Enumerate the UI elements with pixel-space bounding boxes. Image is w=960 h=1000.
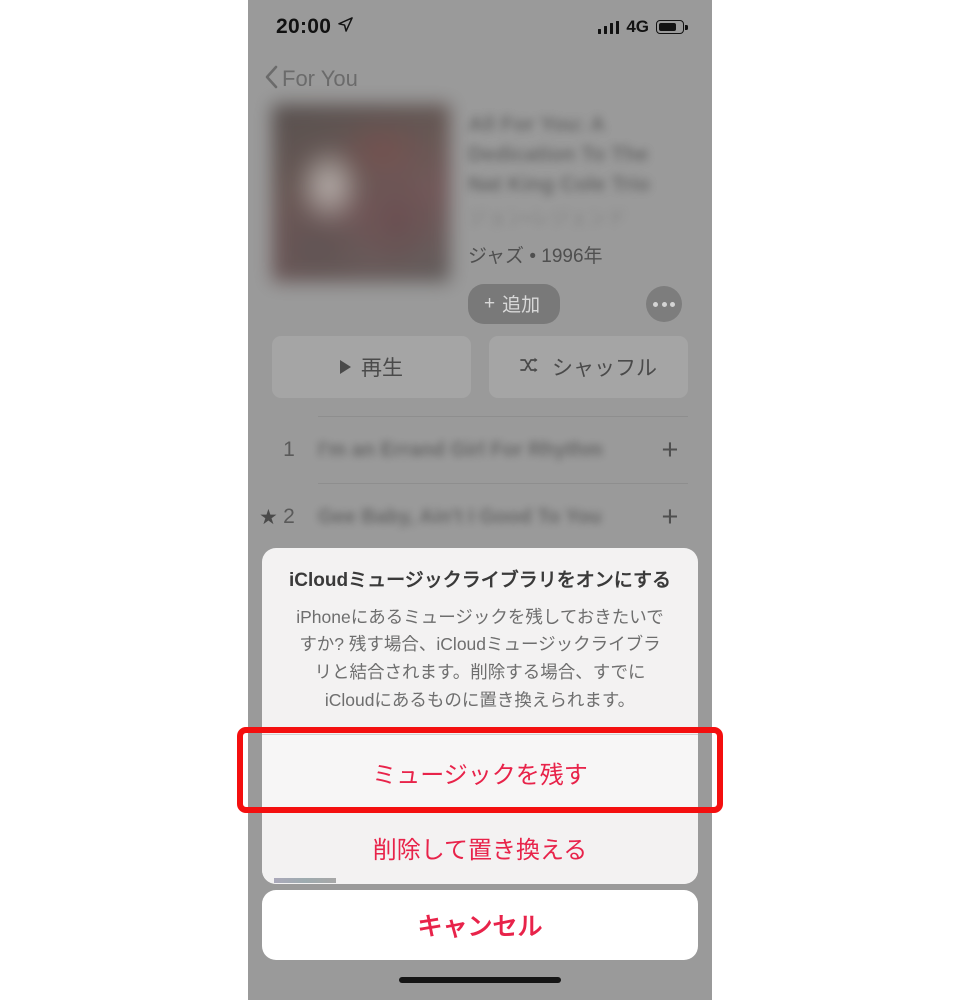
star-icon: ★ <box>259 505 278 529</box>
track-title: Gee Baby, Ain't I Good To You <box>318 505 602 528</box>
album-metadata: All For You: A Dedication To The Nat Kin… <box>468 104 688 325</box>
plus-icon[interactable]: + <box>652 435 688 465</box>
status-time: 20:00 <box>276 15 332 38</box>
back-button-label[interactable]: For You <box>282 66 358 92</box>
decorative-sliver <box>274 878 336 883</box>
nav-bar: For You <box>248 58 712 100</box>
action-sheet: iCloudミュージックライブラリをオンにする iPhoneにあるミュージックを… <box>262 548 698 885</box>
add-album-button[interactable]: + 追加 <box>468 284 561 325</box>
track-number: 1 <box>283 438 295 461</box>
home-indicator <box>399 977 561 983</box>
album-title: All For You: A Dedication To The Nat Kin… <box>468 113 651 196</box>
cellular-signal-icon <box>597 20 620 34</box>
phone-screen: 20:00 4G For You All For You: A Dedicati… <box>248 0 712 1000</box>
ellipsis-icon <box>653 301 658 307</box>
album-genre-year: ジャズ • 1996年 <box>468 246 603 268</box>
track-title: I'm an Errand Girl For Rhythm <box>318 438 603 461</box>
shuffle-icon <box>520 355 542 379</box>
status-bar-right: 4G <box>597 17 688 37</box>
shuffle-button-label: シャッフル <box>552 357 657 380</box>
chevron-left-icon[interactable] <box>264 65 278 94</box>
ellipsis-icon <box>670 301 675 307</box>
album-artist: ジョン・レジェンド <box>468 208 627 230</box>
play-button[interactable]: 再生 <box>272 336 471 398</box>
plus-icon[interactable]: + <box>652 502 688 532</box>
table-row[interactable]: 1 I'm an Errand Girl For Rhythm + <box>272 417 688 483</box>
cancel-button[interactable]: キャンセル <box>262 890 698 960</box>
album-artwork[interactable] <box>272 104 450 282</box>
play-triangle-icon <box>340 360 351 374</box>
action-sheet-message: iPhoneにあるミュージックを残しておきたいですか? 残す場合、iCloudミ… <box>296 606 664 710</box>
battery-icon <box>656 20 688 34</box>
table-row[interactable]: ★ 2 Gee Baby, Ain't I Good To You + <box>259 484 688 550</box>
album-actions: + 追加 <box>468 284 688 325</box>
ellipsis-icon <box>661 301 667 307</box>
delete-and-replace-button[interactable]: 削除して置き換える <box>262 810 698 885</box>
location-arrow-icon <box>338 17 354 37</box>
more-options-button[interactable] <box>646 286 682 323</box>
add-album-label: 追加 <box>502 295 541 317</box>
play-button-label: 再生 <box>361 357 403 380</box>
transport-controls: 再生 シャッフル <box>248 336 712 398</box>
action-sheet-title: iCloudミュージックライブラリをオンにする <box>289 570 671 591</box>
album-header: All For You: A Dedication To The Nat Kin… <box>248 104 712 325</box>
track-list: 1 I'm an Errand Girl For Rhythm + ★ 2 Ge… <box>248 416 712 550</box>
shuffle-button[interactable]: シャッフル <box>489 336 688 398</box>
keep-music-button[interactable]: ミュージックを残す <box>262 735 698 810</box>
status-bar: 20:00 4G <box>248 0 712 54</box>
plus-icon: + <box>484 292 496 314</box>
network-label: 4G <box>626 17 649 36</box>
status-bar-left: 20:00 <box>276 15 354 39</box>
